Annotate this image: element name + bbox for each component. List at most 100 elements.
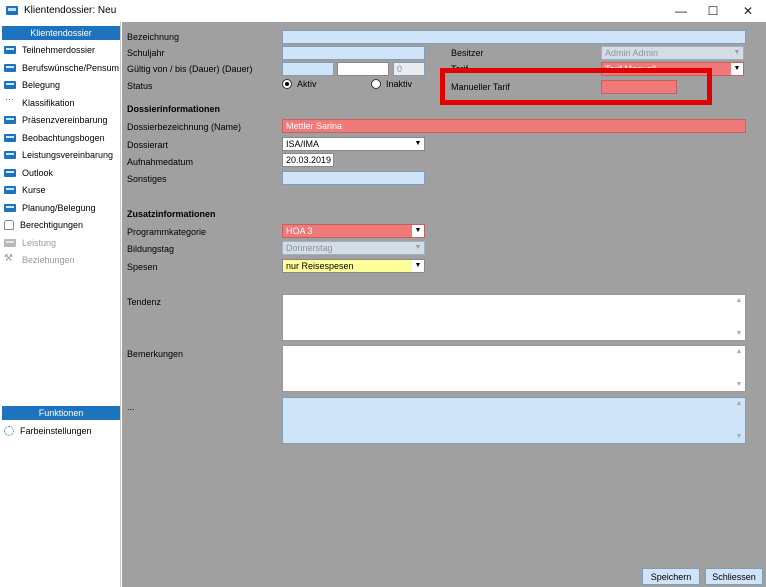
folder-icon	[4, 63, 16, 72]
sonstiges-input[interactable]	[282, 171, 425, 185]
dossierinfo-header: Dossierinformationen	[127, 104, 221, 114]
bemerkungen-label: Bemerkungen	[127, 349, 184, 359]
spesen-value: nur Reisespesen	[286, 261, 354, 271]
status-label: Status	[127, 81, 153, 91]
sidebar-header: Klientendossier	[2, 26, 120, 40]
gueltig-bis-input[interactable]	[337, 62, 389, 76]
minimize-button[interactable]: —	[666, 0, 696, 22]
scroll-down-icon[interactable]: ▼	[733, 380, 745, 390]
sidebar-item-label: Belegung	[22, 79, 61, 90]
scroll-down-icon[interactable]: ▼	[733, 329, 745, 339]
bezeichnung-label: Bezeichnung	[127, 32, 180, 42]
sidebar-item-label: Leistungsvereinbarung	[22, 149, 114, 160]
dossierbez-input[interactable]: Mettler Sarina	[282, 119, 746, 133]
sidebar-item-teilnehmerdossier[interactable]: Teilnehmerdossier	[4, 41, 120, 58]
status-aktiv-radio[interactable]: Aktiv	[282, 79, 317, 89]
scroll-up-icon[interactable]: ▲	[733, 296, 745, 306]
sidebar-item-label: Kurse	[22, 184, 46, 195]
sidebar-item-planung-belegung[interactable]: Planung/Belegung	[4, 199, 120, 216]
scrollbar[interactable]: ▲ ▼	[733, 346, 745, 391]
close-window-button[interactable]: ✕	[733, 0, 763, 22]
programmkategorie-select[interactable]: HOA 3 ▼	[282, 224, 425, 238]
folder-icon	[4, 80, 16, 89]
sidebar-item-farbeinstellungen[interactable]: Farbeinstellungen	[4, 422, 120, 439]
maximize-button[interactable]: ☐	[698, 0, 728, 22]
sidebar-item-outlook[interactable]: Outlook	[4, 164, 120, 181]
sidebar-item-beobachtungsbogen[interactable]: Beobachtungsbogen	[4, 129, 120, 146]
sidebar-item-label: Planung/Belegung	[22, 202, 96, 213]
scroll-up-icon[interactable]: ▲	[733, 399, 745, 409]
zusatzinfo-header: Zusatzinformationen	[127, 209, 216, 219]
chevron-down-icon: ▼	[412, 138, 424, 150]
sidebar-item-label: Outlook	[22, 167, 54, 178]
besitzer-label: Besitzer	[451, 48, 484, 58]
status-aktiv-label: Aktiv	[297, 79, 317, 89]
besitzer-value: Admin Admin	[605, 48, 659, 58]
sidebar-item-klassifikation[interactable]: Klassifikation	[4, 94, 120, 111]
programmkategorie-value: HOA 3	[286, 226, 313, 236]
sidebar-item-leistungsvereinbarung[interactable]: Leistungsvereinbarung	[4, 146, 120, 163]
besitzer-select: Admin Admin ▼	[601, 46, 744, 60]
form-panel: Bezeichnung Schuljahr Besitzer Admin Adm…	[122, 22, 766, 587]
status-inaktiv-radio[interactable]: Inaktiv	[371, 79, 412, 89]
sidebar-item-label: Präsenzvereinbarung	[22, 114, 108, 125]
folder-icon	[4, 168, 16, 177]
sidebar-item-kurse[interactable]: Kurse	[4, 181, 120, 198]
scrollbar[interactable]: ▲ ▼	[733, 295, 745, 340]
folder-icon	[4, 185, 16, 194]
wrench-icon	[4, 253, 16, 264]
folder-icon	[4, 238, 16, 247]
sidebar-item-berufswuensche[interactable]: Berufswünsche/Pensum	[4, 59, 120, 76]
sidebar-item-label: Leistung	[22, 237, 57, 248]
folder-icon	[4, 45, 16, 54]
sidebar-item-label: Teilnehmerdossier	[22, 44, 96, 55]
sidebar-item-label: Klassifikation	[22, 97, 75, 108]
status-inaktiv-label: Inaktiv	[386, 79, 413, 89]
aufnahmedatum-label: Aufnahmedatum	[127, 157, 194, 167]
dauer-input: 0	[393, 62, 425, 76]
dossierart-select[interactable]: ISA/IMA ▼	[282, 137, 425, 151]
bemerkungen-textarea[interactable]: ▲ ▼	[282, 345, 746, 392]
aufnahmedatum-value: 20.03.2019	[286, 155, 332, 165]
schuljahr-label: Schuljahr	[127, 48, 165, 58]
title-bar: Klientendossier: Neu — ☐ ✕	[0, 0, 766, 22]
chevron-down-icon: ▼	[731, 47, 743, 59]
sidebar-item-label: Berechtigungen	[20, 219, 84, 230]
scrollbar[interactable]: ▲ ▼	[733, 398, 745, 443]
scroll-down-icon[interactable]: ▼	[733, 432, 745, 442]
schuljahr-input[interactable]	[282, 46, 425, 60]
aufnahmedatum-input[interactable]: 20.03.2019	[282, 153, 334, 167]
dossierart-value: ISA/IMA	[286, 139, 320, 149]
sidebar-item-label: Farbeinstellungen	[20, 425, 92, 436]
close-button[interactable]: Schliessen	[705, 568, 763, 585]
functions-header: Funktionen	[2, 406, 120, 420]
sidebar-item-beziehungen: Beziehungen	[4, 251, 120, 268]
palette-icon	[4, 425, 14, 436]
dauer-value: 0	[397, 64, 403, 74]
folder-icon	[4, 203, 16, 212]
dossierart-label: Dossierart	[127, 140, 169, 150]
additional-textarea[interactable]: ▲ ▼	[282, 397, 746, 444]
sidebar-item-label: Beziehungen	[22, 254, 75, 265]
chevron-down-icon: ▼	[731, 63, 743, 75]
spesen-select[interactable]: nur Reisespesen ▼	[282, 259, 425, 273]
folder-icon	[4, 115, 16, 124]
sidebar-item-berechtigungen[interactable]: Berechtigungen	[4, 216, 120, 233]
folder-icon	[4, 150, 16, 159]
chevron-down-icon: ▼	[412, 225, 424, 237]
bezeichnung-input[interactable]	[282, 30, 746, 44]
tendenz-textarea[interactable]: ▲ ▼	[282, 294, 746, 341]
window-title: Klientendossier: Neu	[24, 5, 117, 16]
scroll-up-icon[interactable]: ▲	[733, 347, 745, 357]
person-icon	[4, 219, 14, 230]
radio-unselected-icon	[371, 79, 381, 89]
bildungstag-label: Bildungstag	[127, 244, 175, 254]
sidebar-item-praesenzvereinbarung[interactable]: Präsenzvereinbarung	[4, 111, 120, 128]
radio-selected-icon	[282, 79, 292, 89]
gueltig-von-input[interactable]	[282, 62, 334, 76]
chevron-down-icon: ▼	[412, 260, 424, 272]
sidebar-item-belegung[interactable]: Belegung	[4, 76, 120, 93]
chevron-down-icon: ▼	[412, 242, 424, 254]
programmkategorie-label: Programmkategorie	[127, 227, 207, 237]
save-button[interactable]: Speichern	[642, 568, 700, 585]
